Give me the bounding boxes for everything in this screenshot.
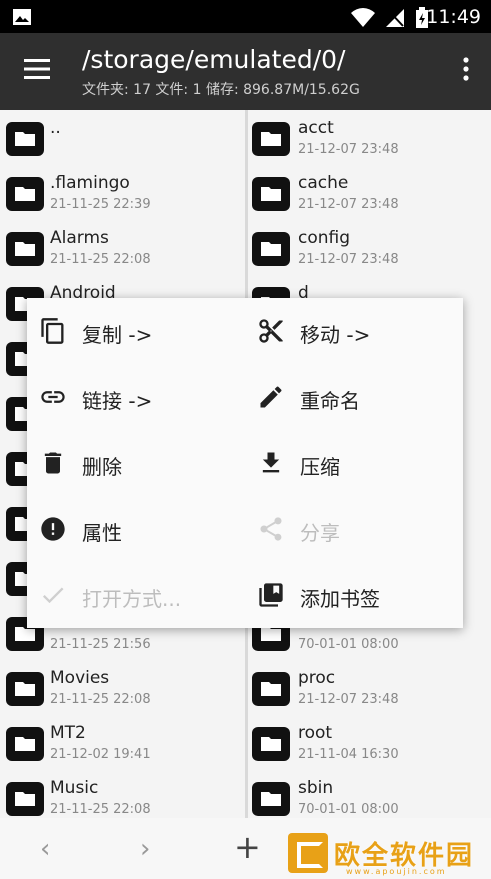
menu-share-label: 分享 [300, 521, 340, 545]
file-list-item[interactable]: .flamingo 21-11-25 22:39 [0, 165, 245, 220]
file-date: 21-12-07 23:48 [298, 692, 399, 707]
menu-properties[interactable]: 属性 [27, 499, 237, 559]
copy-icon [41, 318, 64, 344]
menu-bookmark[interactable]: 添加书签 [245, 565, 455, 625]
status-bar: 11:49 [0, 0, 491, 33]
file-date: 21-11-25 22:08 [50, 692, 151, 707]
signal-off-icon [386, 9, 404, 27]
bookmarks-icon [259, 583, 283, 607]
file-name: cache [298, 173, 349, 193]
info-alert-icon [41, 517, 65, 541]
folder-icon [6, 782, 44, 818]
file-date: 21-11-25 22:08 [50, 252, 151, 267]
file-name: config [298, 228, 351, 248]
file-list-item[interactable]: root 21-11-04 16:30 [248, 715, 491, 770]
file-date: 21-12-07 23:48 [298, 197, 399, 212]
current-path: /storage/emulated/0/ [82, 45, 346, 74]
image-notification-icon [13, 9, 31, 25]
file-name: Music [50, 778, 99, 798]
file-date: 21-12-07 23:48 [298, 142, 399, 157]
file-name: Alarms [50, 228, 109, 248]
menu-open-with[interactable]: 打开方式... [27, 565, 237, 625]
file-list-item[interactable]: acct 21-12-07 23:48 [248, 110, 491, 165]
app-bar: /storage/emulated/0/ 文件夹: 17 文件: 1 储存: 8… [0, 33, 491, 110]
file-list-item[interactable]: Movies 21-11-25 22:08 [0, 660, 245, 715]
file-list-item[interactable]: .. [0, 110, 245, 165]
file-name: MT2 [50, 723, 86, 743]
trash-icon [44, 452, 62, 474]
menu-move-label: 移动 -> [300, 323, 371, 347]
menu-link-label: 链接 -> [82, 389, 153, 413]
hamburger-menu-icon[interactable] [24, 59, 50, 79]
add-button[interactable]: + [234, 828, 261, 866]
folder-icon [252, 782, 290, 818]
file-date: 21-11-25 21:56 [50, 637, 151, 652]
file-list-item[interactable]: Alarms 21-11-25 22:08 [0, 220, 245, 275]
menu-link[interactable]: 链接 -> [27, 367, 237, 427]
file-date: 21-11-25 22:39 [50, 197, 151, 212]
menu-properties-label: 属性 [82, 521, 122, 545]
watermark-logo-icon [288, 833, 328, 873]
file-name: .flamingo [50, 173, 130, 193]
folder-icon [6, 122, 44, 160]
menu-share[interactable]: 分享 [245, 499, 455, 559]
folder-icon [252, 672, 290, 710]
file-name: root [298, 723, 333, 743]
folder-icon [252, 177, 290, 215]
file-name: Movies [50, 668, 110, 688]
folder-icon [252, 727, 290, 765]
menu-compress[interactable]: 压缩 [245, 433, 455, 493]
storage-info: 文件夹: 17 文件: 1 储存: 896.87M/15.62G [82, 82, 360, 98]
file-list-item[interactable]: sbin 70-01-01 08:00 [248, 770, 491, 818]
forward-button[interactable]: › [140, 834, 150, 864]
menu-copy[interactable]: 复制 -> [27, 301, 237, 361]
menu-compress-label: 压缩 [300, 455, 340, 479]
file-list-item[interactable]: proc 21-12-07 23:48 [248, 660, 491, 715]
file-name: .. [50, 118, 61, 138]
file-date: 70-01-01 08:00 [298, 637, 399, 652]
menu-delete[interactable]: 删除 [27, 433, 237, 493]
folder-icon [252, 122, 290, 160]
folder-icon [6, 232, 44, 270]
menu-open-with-label: 打开方式... [82, 587, 182, 611]
file-date: 21-12-07 23:48 [298, 252, 399, 267]
file-name: sbin [298, 778, 334, 798]
check-icon [42, 587, 64, 604]
scissors-icon [259, 319, 283, 343]
file-date: 21-11-25 22:08 [50, 802, 151, 817]
link-icon [41, 391, 65, 403]
download-icon [262, 452, 280, 473]
watermark: 欧全软件园 www.apoujin.com [288, 829, 486, 877]
back-button[interactable]: ‹ [40, 834, 50, 864]
file-date: 21-11-04 16:30 [298, 747, 399, 762]
context-menu: 复制 -> 移动 -> 链接 -> 重命名 删除 压缩 属性 分享 打开方式..… [27, 298, 463, 628]
folder-icon [6, 177, 44, 215]
menu-move[interactable]: 移动 -> [245, 301, 455, 361]
folder-icon [252, 232, 290, 270]
folder-icon [6, 727, 44, 765]
wifi-icon [351, 8, 375, 27]
menu-delete-label: 删除 [82, 455, 122, 479]
file-name: acct [298, 118, 334, 138]
file-name: proc [298, 668, 336, 688]
clock: 11:49 [426, 6, 481, 28]
watermark-text: 欧全软件园 [334, 840, 475, 871]
share-icon [260, 517, 282, 541]
pencil-icon [260, 386, 282, 408]
file-list-item[interactable]: Music 21-11-25 22:08 [0, 770, 245, 818]
file-list-item[interactable]: config 21-12-07 23:48 [248, 220, 491, 275]
menu-bookmark-label: 添加书签 [300, 587, 380, 611]
watermark-url: www.apoujin.com [346, 867, 447, 876]
file-date: 70-01-01 08:00 [298, 802, 399, 817]
menu-rename-label: 重命名 [300, 389, 360, 413]
more-options-icon[interactable] [463, 57, 469, 81]
file-list-item[interactable]: cache 21-12-07 23:48 [248, 165, 491, 220]
folder-icon [6, 672, 44, 710]
file-date: 21-12-02 19:41 [50, 747, 151, 762]
file-list-item[interactable]: MT2 21-12-02 19:41 [0, 715, 245, 770]
menu-rename[interactable]: 重命名 [245, 367, 455, 427]
menu-copy-label: 复制 -> [82, 323, 153, 347]
